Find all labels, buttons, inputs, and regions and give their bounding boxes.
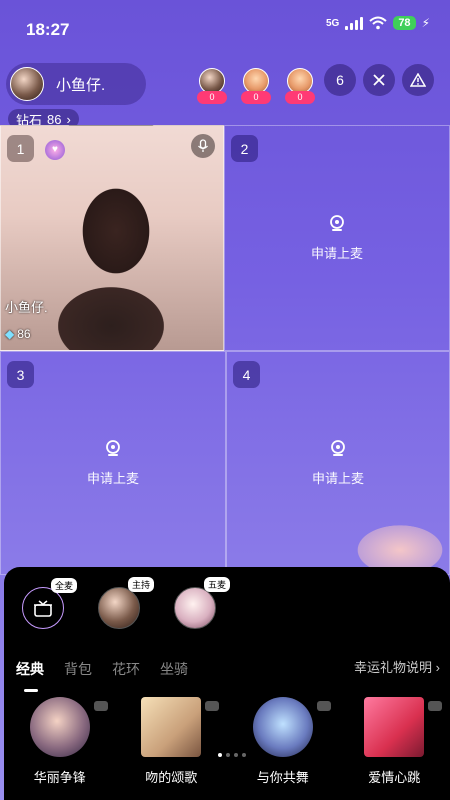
viewer-count: 0 [285, 91, 315, 104]
gift-item[interactable]: 华丽争锋 [10, 697, 110, 786]
mic-seat-2[interactable]: 2 申请上麦 [224, 125, 450, 351]
gift-name: 华丽争锋 [33, 770, 86, 785]
wifi-icon [369, 16, 387, 30]
seat-number: 3 [7, 361, 34, 388]
chat-bubble-icon [93, 701, 108, 711]
gift-image [364, 697, 425, 757]
status-bar: 18:27 5G 78 ⚡ [0, 0, 450, 56]
camera-icon [331, 440, 345, 456]
tab-garland[interactable]: 花环 [112, 659, 140, 679]
battery-level: 78 [393, 16, 416, 30]
recipient-tag: 全麦 [50, 578, 77, 593]
seat-number: 1 [7, 135, 34, 162]
status-indicators: 5G 78 ⚡ [326, 16, 430, 30]
report-button[interactable] [402, 64, 434, 96]
close-button[interactable] [363, 64, 395, 96]
mic-seat-3[interactable]: 3 申请上麦 [0, 351, 226, 575]
chat-bubble-icon [316, 701, 331, 711]
recipient-avatar [98, 587, 140, 629]
active-tab-indicator [24, 689, 38, 692]
status-time: 18:27 [26, 20, 70, 39]
gift-item[interactable]: 吻的颂歌 [121, 697, 221, 786]
apply-mic[interactable]: 申请上麦 [1, 439, 225, 487]
viewer-item[interactable]: 0 [239, 68, 273, 104]
gift-list: 华丽争锋 吻的颂歌 与你共舞 爱情心跳 [4, 697, 450, 786]
gift-recipients: 全麦 主持 五麦 [22, 577, 230, 629]
camera-icon [106, 440, 120, 456]
gift-box-icon [34, 600, 52, 617]
lucky-gift-info-label: 幸运礼物说明 [354, 660, 433, 675]
apply-mic[interactable]: 申请上麦 [227, 439, 449, 487]
charging-icon: ⚡ [421, 16, 430, 30]
gift-tabs: 经典 背包 花环 坐骑 [16, 659, 188, 679]
network-label: 5G [325, 17, 340, 29]
host-name: 小鱼仔. [56, 76, 106, 94]
gem-value: 86 [17, 327, 31, 341]
chevron-right-icon: › [435, 660, 440, 675]
top-viewers: 0 0 0 [195, 68, 317, 104]
recipient-tag: 五麦 [203, 577, 230, 592]
seat-user-name: 小鱼仔. [5, 300, 48, 315]
apply-mic-label: 申请上麦 [310, 246, 363, 261]
close-icon [373, 74, 385, 86]
host-avatar[interactable] [10, 67, 44, 101]
signal-icon [345, 16, 364, 30]
gift-name: 爱情心跳 [368, 770, 421, 785]
recipient-mic-5[interactable]: 五麦 [174, 577, 230, 629]
decorative-cloud [320, 505, 450, 575]
gift-item[interactable]: 与你共舞 [233, 697, 333, 786]
gift-image [29, 697, 90, 757]
gift-name: 吻的颂歌 [145, 770, 198, 785]
viewer-item[interactable]: 0 [195, 68, 229, 104]
seat-number: 4 [233, 361, 260, 388]
apply-mic-label: 申请上麦 [86, 471, 139, 486]
page-indicator [218, 753, 246, 757]
chat-bubble-icon [428, 701, 443, 711]
gift-name: 与你共舞 [256, 770, 309, 785]
apply-mic[interactable]: 申请上麦 [225, 214, 449, 262]
host-profile-chip[interactable]: 小鱼仔. [6, 63, 146, 105]
online-count-button[interactable]: 6 [324, 64, 356, 96]
tab-backpack[interactable]: 背包 [64, 659, 92, 679]
recipient-avatar [174, 587, 216, 629]
recipient-host[interactable]: 主持 [98, 577, 154, 629]
recipient-tag: 主持 [127, 577, 154, 592]
viewer-count: 0 [241, 91, 271, 104]
lucky-gift-info-link[interactable]: 幸运礼物说明 › [354, 657, 440, 676]
recipient-all-mics[interactable]: 全麦 [22, 578, 77, 629]
tab-classic[interactable]: 经典 [16, 659, 44, 679]
mic-seat-1[interactable]: 1 ♥ 小鱼仔. ◆ 86 [0, 125, 224, 351]
diamond-icon: ◆ [5, 327, 15, 341]
chat-bubble-icon [205, 701, 220, 711]
heart-badge-icon: ♥ [45, 140, 65, 160]
camera-icon [330, 215, 344, 231]
gift-item[interactable]: 爱情心跳 [344, 697, 444, 786]
gift-image [252, 697, 313, 757]
seat-number: 2 [231, 135, 258, 162]
seat-gem-count: ◆ 86 [5, 327, 31, 341]
gift-panel: 全麦 主持 五麦 经典 背包 花环 坐骑 幸运礼物说明 › 华丽争锋 吻的颂歌 … [4, 567, 450, 800]
live-room-screen: 18:27 5G 78 ⚡ 小鱼仔. 钻石 86 › 0 0 0 6 1 ♥ 小… [0, 0, 450, 800]
apply-mic-label: 申请上麦 [311, 471, 364, 486]
gift-image [141, 697, 202, 757]
microphone-icon[interactable] [191, 134, 215, 158]
tab-mount[interactable]: 坐骑 [160, 659, 188, 679]
viewer-item[interactable]: 0 [283, 68, 317, 104]
viewer-count: 0 [197, 91, 227, 104]
warning-icon [410, 73, 426, 87]
